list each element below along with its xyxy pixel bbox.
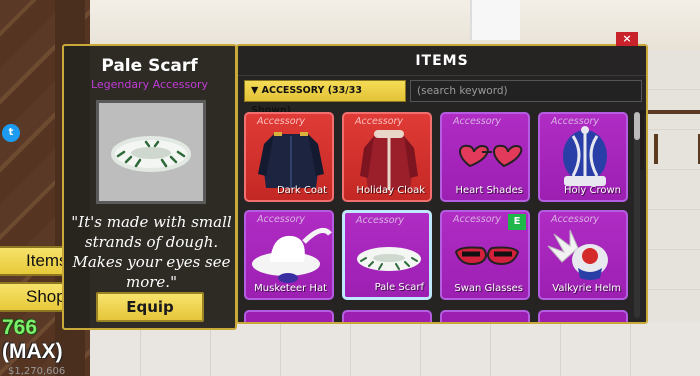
card-category: Accessory: [453, 214, 502, 225]
item-card-dark-coat[interactable]: Accessory Dark Coat: [244, 112, 334, 202]
item-description: "It's made with small strands of dough. …: [71, 213, 232, 291]
card-category: Accessory: [257, 214, 306, 225]
card-name: Dark Coat: [276, 185, 327, 196]
item-card-heart-shades[interactable]: Accessory Heart Shades: [440, 112, 530, 202]
item-card-holiday-cloak[interactable]: Accessory Holiday Cloak: [342, 112, 432, 202]
close-button[interactable]: ×: [616, 32, 638, 46]
items-panel: ITEMS ▼ ACCESSORY (33/33 Shown) (search …: [236, 44, 648, 324]
background-floor-tiles: [0, 322, 700, 376]
item-card-partial[interactable]: [342, 310, 432, 322]
pale-scarf-icon: [111, 136, 191, 172]
twitter-icon[interactable]: t: [2, 124, 20, 142]
card-name: Pale Scarf: [374, 282, 424, 293]
card-name: Valkyrie Helm: [552, 283, 621, 294]
item-card-partial[interactable]: [440, 310, 530, 322]
card-category: Accessory: [453, 116, 502, 127]
background-painting: [470, 0, 520, 40]
item-card-valkyrie-helm[interactable]: Accessory Valkyrie Helm: [538, 210, 628, 300]
items-menu-button[interactable]: Items: [0, 246, 68, 276]
equipped-badge: E: [508, 214, 526, 230]
card-category: Accessory: [551, 214, 600, 225]
card-name: Holy Crown: [563, 185, 621, 196]
level-value: 766: [2, 316, 38, 339]
item-card-partial[interactable]: [244, 310, 334, 322]
items-title: ITEMS: [238, 46, 646, 76]
card-name: Swan Glasses: [454, 283, 523, 294]
level-max-label: (MAX): [2, 340, 63, 363]
item-rarity: Legendary Accessory: [90, 78, 209, 91]
item-card-partial[interactable]: [538, 310, 628, 322]
item-preview: [96, 100, 206, 204]
item-card-swan-glasses[interactable]: E Accessory Swan Glasses: [440, 210, 530, 300]
background-chair: [640, 110, 700, 170]
items-scrollbar[interactable]: [634, 112, 640, 318]
scrollbar-thumb[interactable]: [634, 112, 640, 140]
equip-button[interactable]: Equip: [96, 292, 204, 322]
card-name: Heart Shades: [455, 185, 523, 196]
card-name: Musketeer Hat: [254, 283, 327, 294]
card-category: Accessory: [356, 215, 405, 226]
card-category: Accessory: [551, 116, 600, 127]
background-wall: [90, 0, 700, 50]
item-card-holy-crown[interactable]: Accessory Holy Crown: [538, 112, 628, 202]
item-name: Pale Scarf: [101, 56, 198, 76]
money-value: $1,270,606: [8, 366, 66, 376]
card-category: Accessory: [257, 116, 306, 127]
item-detail-panel: Pale Scarf Legendary Accessory "It's mad…: [62, 44, 237, 330]
card-name: Holiday Cloak: [356, 185, 425, 196]
card-category: Accessory: [355, 116, 404, 127]
item-card-pale-scarf[interactable]: Accessory Pale Scarf: [342, 210, 432, 300]
item-card-musketeer-hat[interactable]: Accessory Musketeer Hat: [244, 210, 334, 300]
category-filter-dropdown[interactable]: ▼ ACCESSORY (33/33 Shown): [244, 80, 406, 116]
shop-menu-button[interactable]: Shop: [0, 282, 66, 312]
search-input[interactable]: (search keyword): [410, 80, 642, 102]
